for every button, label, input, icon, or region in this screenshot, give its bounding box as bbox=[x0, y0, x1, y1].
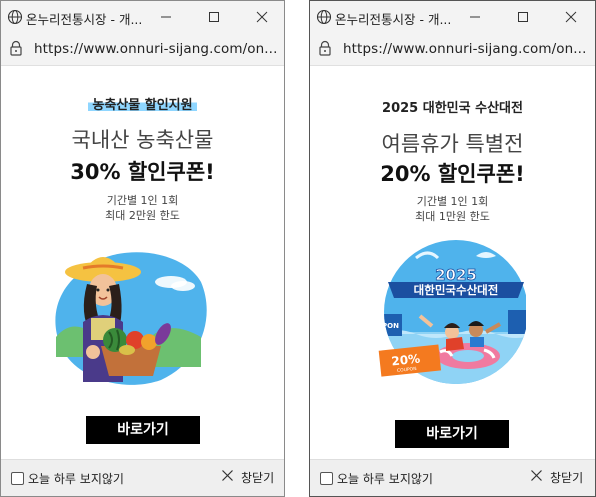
popup-content: 농축산물 할인지원 국내산 농축산물 30% 할인쿠폰! 기간별 1인 1회 최… bbox=[1, 66, 284, 460]
detail-limit: 최대 2만원 한도 bbox=[105, 209, 180, 222]
close-icon[interactable] bbox=[530, 469, 543, 482]
dont-show-today-label[interactable]: 오늘 하루 보지않기 bbox=[28, 470, 124, 487]
detail-limit: 최대 1만원 한도 bbox=[415, 210, 490, 223]
maximize-icon[interactable] bbox=[513, 7, 533, 27]
dont-show-today-checkbox[interactable] bbox=[11, 472, 24, 485]
close-popup-button[interactable]: 창닫기 bbox=[241, 469, 274, 486]
detail-period: 기간별 1인 1회 bbox=[106, 194, 179, 207]
headline: 여름휴가 특별전 bbox=[381, 132, 524, 156]
seafood-festival-illustration: 2025 대한민국수산대전 PON 20% COUPON bbox=[378, 240, 526, 384]
badge-year: 2025 bbox=[435, 266, 477, 284]
dont-show-today-checkbox[interactable] bbox=[320, 472, 333, 485]
address-bar[interactable]: https://www.onnuri-sijang.com/on... bbox=[310, 33, 595, 66]
coupon-value: 20% bbox=[391, 352, 421, 369]
detail-period: 기간별 1인 1회 bbox=[416, 195, 489, 208]
close-window-icon[interactable] bbox=[561, 7, 581, 27]
window-title: 온누리전통시장 - 개... bbox=[335, 12, 452, 27]
minimize-icon[interactable] bbox=[156, 7, 176, 27]
popup-window-agri: 온누리전통시장 - 개... https://www.onnuri-sijang… bbox=[0, 0, 285, 497]
minimize-icon[interactable] bbox=[465, 7, 485, 27]
badge-title: 대한민국수산대전 bbox=[414, 283, 499, 297]
window-title: 온누리전통시장 - 개... bbox=[26, 12, 143, 27]
close-window-icon[interactable] bbox=[252, 7, 272, 27]
close-icon[interactable] bbox=[221, 469, 234, 482]
promo-tag: 2025 대한민국 수산대전 bbox=[382, 101, 523, 116]
promo-tag: 농축산물 할인지원 bbox=[88, 94, 197, 113]
headline: 국내산 농축산물 bbox=[71, 128, 214, 152]
title-bar[interactable]: 온누리전통시장 - 개... bbox=[310, 1, 595, 33]
lock-icon bbox=[319, 40, 331, 56]
popup-content: 2025 대한민국 수산대전 여름휴가 특별전 20% 할인쿠폰! 기간별 1인… bbox=[310, 66, 595, 460]
discount-text: 20% 할인쿠폰! bbox=[380, 162, 525, 186]
lock-icon bbox=[10, 40, 22, 56]
globe-icon bbox=[316, 9, 332, 25]
url-text: https://www.onnuri-sijang.com/on... bbox=[343, 41, 587, 57]
address-bar[interactable]: https://www.onnuri-sijang.com/on... bbox=[1, 33, 284, 66]
globe-icon bbox=[7, 9, 23, 25]
popup-footer: 오늘 하루 보지않기 창닫기 bbox=[310, 459, 595, 496]
url-text: https://www.onnuri-sijang.com/on... bbox=[34, 41, 278, 57]
popup-footer: 오늘 하루 보지않기 창닫기 bbox=[1, 459, 284, 496]
discount-text: 30% 할인쿠폰! bbox=[70, 160, 215, 184]
side-text: PON bbox=[382, 322, 399, 330]
title-bar[interactable]: 온누리전통시장 - 개... bbox=[1, 1, 284, 33]
popup-window-seafood: 온누리전통시장 - 개... https://www.onnuri-sijang… bbox=[309, 0, 596, 497]
dont-show-today-label[interactable]: 오늘 하루 보지않기 bbox=[337, 470, 433, 487]
go-button[interactable]: 바로가기 bbox=[86, 416, 200, 444]
go-button[interactable]: 바로가기 bbox=[395, 420, 509, 448]
close-popup-button[interactable]: 창닫기 bbox=[550, 469, 583, 486]
farmer-illustration bbox=[55, 252, 207, 385]
maximize-icon[interactable] bbox=[204, 7, 224, 27]
